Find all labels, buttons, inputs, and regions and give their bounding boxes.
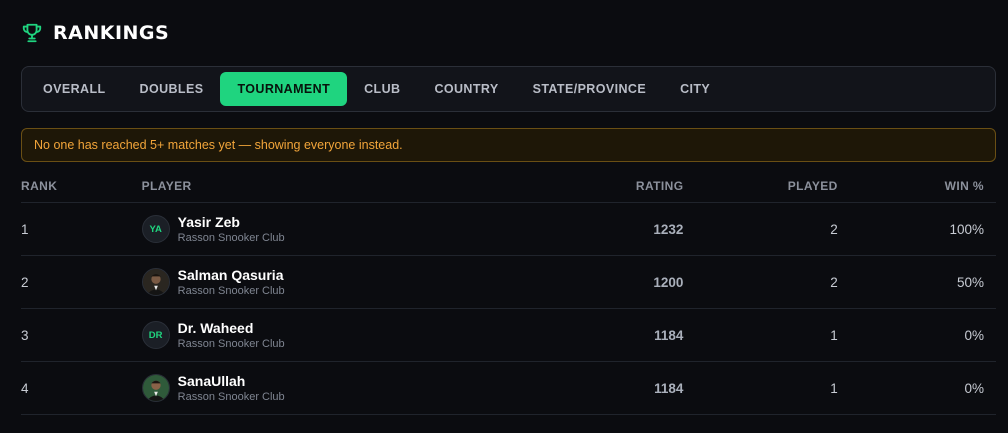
avatar-photo [141, 374, 170, 402]
table-row[interactable]: 2 Salman Qasuria Rasson Snooker Club 120… [21, 255, 996, 309]
rank-cell: 3 [21, 308, 142, 362]
player-club: Rasson Snooker Club [177, 231, 285, 244]
player-name[interactable]: Dr. Waheed [178, 320, 285, 336]
player-name[interactable]: Salman Qasuria [178, 267, 285, 283]
table-header-row: RANK PLAYER RATING PLAYED WIN % [21, 170, 996, 203]
page-title: RANKINGS [53, 22, 170, 44]
tab-doubles[interactable]: DOUBLES [123, 72, 221, 106]
player-cell: SanaUllah Rasson Snooker Club [141, 361, 471, 415]
player-club: Rasson Snooker Club [177, 390, 285, 403]
player-club: Rasson Snooker Club [177, 284, 285, 297]
win-cell: 100% [837, 202, 996, 256]
table-row[interactable]: 3 DR Dr. Waheed Rasson Snooker Club 1184… [21, 308, 996, 362]
played-cell: 1 [683, 361, 838, 415]
column-header-win[interactable]: WIN % [837, 170, 996, 203]
person-silhouette-icon [142, 269, 169, 295]
rating-cell: 1184 [470, 308, 684, 362]
page-header: RANKINGS [21, 22, 169, 44]
notice-banner: No one has reached 5+ matches yet — show… [21, 128, 996, 162]
tab-country[interactable]: COUNTRY [417, 72, 515, 106]
rank-cell: 4 [21, 361, 142, 415]
player-cell: Salman Qasuria Rasson Snooker Club [141, 255, 471, 309]
player-club: Rasson Snooker Club [177, 337, 285, 350]
win-cell: 50% [837, 255, 996, 309]
person-silhouette-icon [142, 375, 169, 401]
player-name[interactable]: Yasir Zeb [178, 214, 285, 230]
tab-club[interactable]: CLUB [347, 72, 417, 106]
player-cell: DR Dr. Waheed Rasson Snooker Club [141, 308, 471, 362]
rating-cell: 1184 [470, 361, 684, 415]
table-row[interactable]: 4 SanaUllah Rasson Snooker Club 1184 1 0… [21, 361, 996, 415]
rating-cell: 1200 [470, 255, 684, 309]
table-row[interactable]: 1 YA Yasir Zeb Rasson Snooker Club 1232 … [21, 202, 996, 256]
column-header-player[interactable]: PLAYER [141, 170, 471, 203]
column-header-rating[interactable]: RATING [470, 170, 684, 203]
rank-cell: 1 [21, 202, 142, 256]
rating-cell: 1232 [470, 202, 684, 256]
rank-cell: 2 [21, 255, 142, 309]
win-cell: 0% [837, 308, 996, 362]
tab-state-province[interactable]: STATE/PROVINCE [516, 72, 663, 106]
win-cell: 0% [837, 361, 996, 415]
ranking-tabs: OVERALL DOUBLES TOURNAMENT CLUB COUNTRY … [21, 66, 996, 112]
player-cell: YA Yasir Zeb Rasson Snooker Club [141, 202, 471, 256]
tab-tournament[interactable]: TOURNAMENT [220, 72, 348, 106]
tab-overall[interactable]: OVERALL [26, 72, 123, 106]
played-cell: 1 [683, 308, 838, 362]
played-cell: 2 [683, 255, 838, 309]
avatar: YA [141, 215, 170, 243]
column-header-played[interactable]: PLAYED [683, 170, 838, 203]
trophy-icon [22, 23, 42, 43]
avatar: DR [141, 321, 170, 349]
avatar-photo [141, 268, 170, 296]
column-header-rank[interactable]: RANK [21, 170, 142, 203]
tab-city[interactable]: CITY [663, 72, 727, 106]
player-name[interactable]: SanaUllah [178, 373, 285, 389]
played-cell: 2 [683, 202, 838, 256]
rankings-table: RANK PLAYER RATING PLAYED WIN % 1 YA Yas… [21, 170, 996, 415]
